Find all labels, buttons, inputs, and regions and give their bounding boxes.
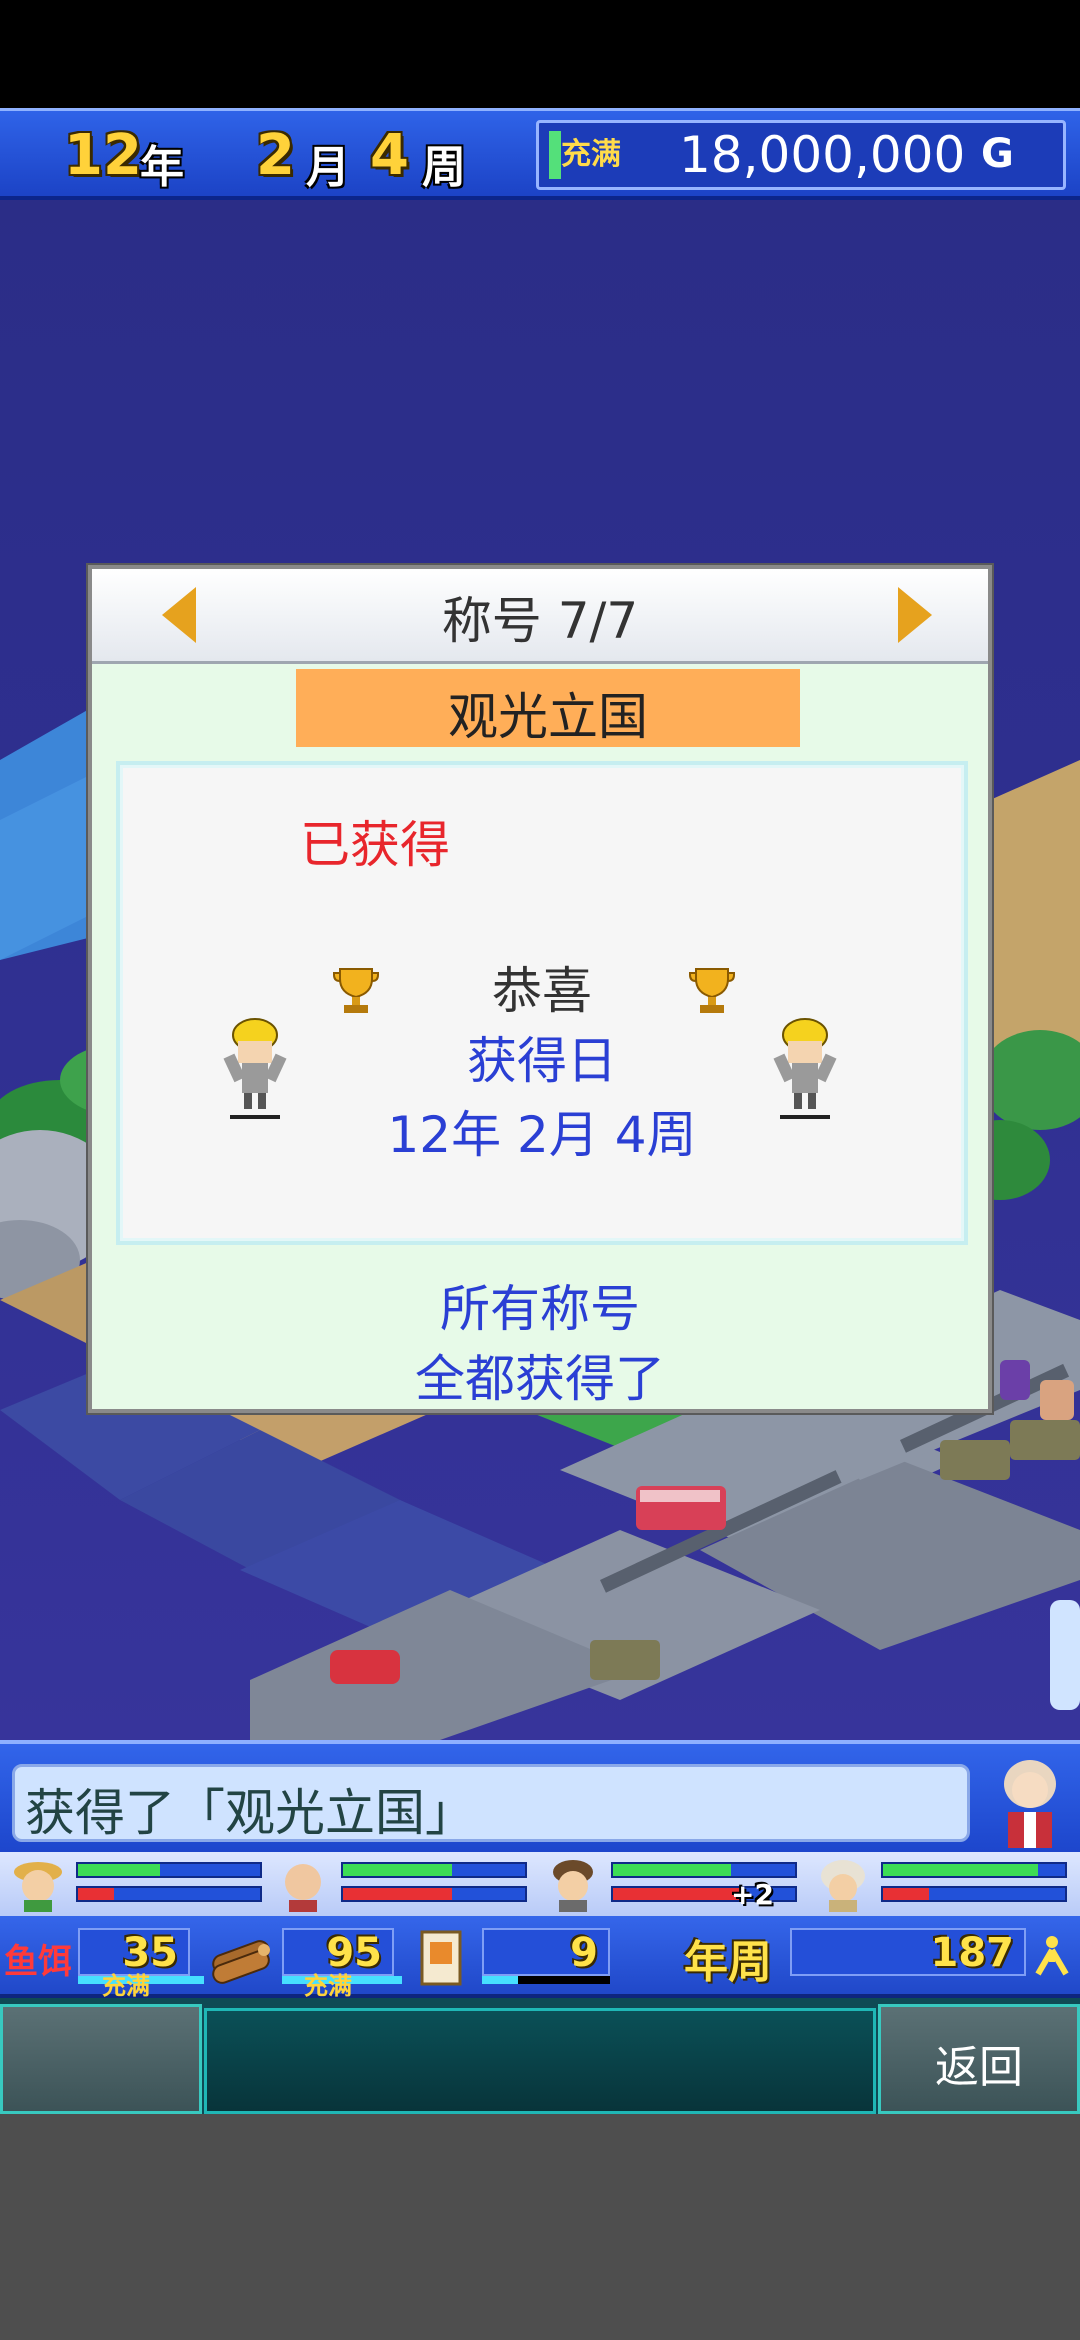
staff-face-icon <box>14 1862 62 1912</box>
staff-card[interactable] <box>815 1856 1075 1912</box>
staff-card[interactable]: +2 <box>545 1856 805 1912</box>
back-button-label: 返回 <box>935 2042 1023 2093</box>
acquired-date-value: 12年 2月 4周 <box>387 1106 697 1164</box>
wood-icon <box>212 1940 270 1984</box>
congrats-text: 恭喜 <box>492 962 592 1020</box>
staff-status-row: +2 <box>0 1852 1080 1918</box>
dialog-header: 称号 7/7 <box>92 569 988 664</box>
advisor-portrait-icon <box>1004 1760 1056 1848</box>
staff-skill-bar <box>78 1888 115 1900</box>
staff-skill-bar <box>883 1888 929 1900</box>
empty-area <box>0 2114 1080 2340</box>
population-value: 187 <box>930 1930 1015 1976</box>
money-status-label: 充满 <box>561 137 621 172</box>
nav-left-button[interactable] <box>0 2004 202 2114</box>
money-unit: G <box>981 131 1014 177</box>
message-bar: 获得了「观光立国」 <box>0 1740 1080 1852</box>
money-amount: 18,000,000 <box>679 126 966 184</box>
message-text: 获得了「观光立国」 <box>25 1784 475 1842</box>
document-gauge <box>482 1976 518 1984</box>
document-value: 9 <box>570 1930 598 1976</box>
staff-skill-bar <box>343 1888 453 1900</box>
document-gauge-empty <box>518 1976 610 1984</box>
all-titles-message-line1: 所有称号 <box>440 1280 640 1338</box>
week-number: 4 <box>370 123 409 188</box>
next-arrow-icon[interactable] <box>898 587 932 643</box>
title-dialog: 称号 7/7 观光立国 已获得 恭喜 获得日 12年 2月 4周 所有称号 全都… <box>88 565 992 1413</box>
achievement-panel: 已获得 恭喜 获得日 12年 2月 4周 <box>116 761 968 1245</box>
staff-stamina-bar <box>883 1864 1038 1876</box>
staff-stamina-bar <box>343 1864 453 1876</box>
month-unit: 月 <box>306 142 350 193</box>
document-box[interactable]: 9 <box>482 1928 610 1976</box>
title-name: 观光立国 <box>448 688 648 746</box>
obtained-status: 已获得 <box>300 816 450 874</box>
wood-status: 充满 <box>304 1972 352 2000</box>
staff-face-icon <box>821 1860 865 1912</box>
title-name-banner: 观光立国 <box>296 669 800 747</box>
bottom-nav: 返回 <box>0 1998 1080 2114</box>
message-bubble[interactable]: 获得了「观光立国」 <box>12 1764 970 1842</box>
all-titles-message-line2: 全都获得了 <box>415 1350 665 1408</box>
month-number: 2 <box>256 123 295 188</box>
staff-face-icon <box>285 1864 321 1912</box>
staff-card[interactable] <box>275 1856 535 1912</box>
year-number: 12 <box>64 123 142 188</box>
system-status-bar <box>0 0 1080 108</box>
food-label: 鱼饵 <box>4 1942 72 1982</box>
period-label: 年周 <box>684 1937 772 1988</box>
staff-face-icon <box>553 1860 593 1912</box>
money-gauge <box>549 131 561 179</box>
back-button[interactable]: 返回 <box>878 2004 1080 2114</box>
acquired-date-label: 获得日 <box>467 1032 617 1090</box>
staff-stamina-bar <box>78 1864 160 1876</box>
population-box[interactable]: 187 <box>790 1928 1026 1976</box>
money-display[interactable]: 充满 18,000,000 G <box>536 120 1066 190</box>
food-status: 充满 <box>102 1972 150 2000</box>
top-hud: 12 年 2 月 4 周 充满 18,000,000 G <box>0 108 1080 200</box>
document-icon <box>420 1930 462 1986</box>
person-icon <box>1035 1936 1069 1976</box>
staff-stamina-bar <box>613 1864 732 1876</box>
nav-center-panel <box>204 2008 876 2114</box>
staff-card[interactable] <box>10 1856 270 1912</box>
dialog-title: 称号 7/7 <box>441 592 639 650</box>
week-unit: 周 <box>422 142 466 193</box>
staff-bonus: +2 <box>731 1878 774 1911</box>
staff-skill-bar <box>613 1888 741 1900</box>
resource-row: 鱼饵 35 充满 95 充满 9 年周 187 <box>0 1916 1080 2000</box>
year-unit: 年 <box>140 142 184 193</box>
